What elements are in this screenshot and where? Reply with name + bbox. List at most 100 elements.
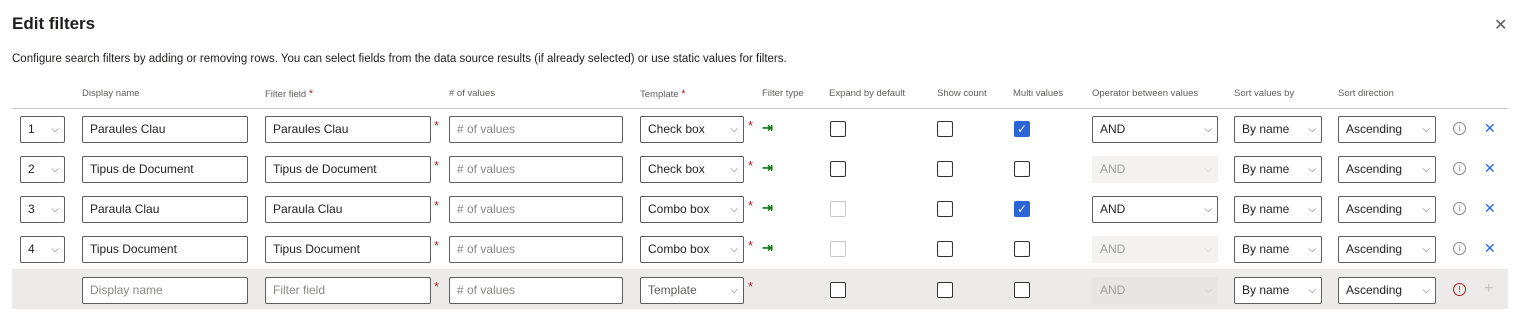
info-icon[interactable]: i — [1453, 202, 1466, 215]
column-header-filter-type: Filter type — [762, 88, 804, 99]
remove-row-icon[interactable]: ✕ — [1484, 121, 1496, 135]
row-index-dropdown[interactable]: 1 ⌵ — [20, 116, 65, 143]
filter-row: 1 ⌵ Paraules Clau Paraules Clau * # of va… — [12, 109, 1508, 149]
arrow-to-right-icon: ⇥ — [762, 200, 773, 215]
required-marker: * — [748, 158, 754, 173]
display-name-input[interactable]: Display name — [82, 277, 248, 304]
chevron-down-icon: ⌵ — [1308, 164, 1316, 175]
sort-direction-dropdown[interactable]: Ascending ⌵ — [1338, 196, 1436, 223]
info-icon[interactable]: i — [1453, 162, 1466, 175]
remove-row-icon[interactable]: ✕ — [1484, 161, 1496, 175]
sort-direction-dropdown[interactable]: Ascending ⌵ — [1338, 116, 1436, 143]
operator-dropdown: AND ⌵ — [1092, 236, 1218, 263]
column-header-display-name: Display name — [82, 88, 140, 99]
display-name-input[interactable]: Paraula Clau — [82, 196, 248, 223]
template-dropdown[interactable]: Check box ⌵ — [640, 156, 744, 183]
show-count-checkbox[interactable] — [937, 121, 953, 137]
sort-by-dropdown[interactable]: By name ⌵ — [1234, 196, 1322, 223]
show-count-checkbox[interactable] — [937, 161, 953, 177]
chevron-down-icon: ⌵ — [730, 285, 738, 296]
row-index-dropdown[interactable]: 4 ⌵ — [20, 236, 65, 263]
filter-field-input[interactable]: Paraula Clau — [265, 196, 431, 223]
dialog-title: Edit filters — [12, 14, 96, 33]
multi-values-checkbox[interactable] — [1014, 161, 1030, 177]
show-count-checkbox[interactable] — [937, 282, 953, 298]
expand-by-default-checkbox — [830, 241, 846, 257]
error-icon[interactable]: ! — [1453, 283, 1466, 296]
expand-by-default-checkbox[interactable] — [830, 161, 846, 177]
sort-direction-dropdown[interactable]: Ascending ⌵ — [1338, 156, 1436, 183]
filter-field-input[interactable]: Paraules Clau — [265, 116, 431, 143]
show-count-checkbox[interactable] — [937, 201, 953, 217]
num-values-input[interactable]: # of values — [449, 277, 623, 304]
required-marker: * — [434, 238, 440, 253]
sort-by-dropdown[interactable]: By name ⌵ — [1234, 116, 1322, 143]
chevron-down-icon: ⌵ — [1308, 244, 1316, 255]
chevron-down-icon: ⌵ — [730, 244, 738, 255]
filter-field-input[interactable]: Tipus Document — [265, 236, 431, 263]
filter-row: 4 ⌵ Tipus Document Tipus Document * # of … — [12, 229, 1508, 269]
filter-field-input[interactable]: Tipus de Document — [265, 156, 431, 183]
new-filter-row: Display name Filter field * # of values … — [12, 269, 1508, 309]
arrow-to-right-icon: ⇥ — [762, 240, 773, 255]
column-header-expand-by-default: Expand by default — [829, 88, 906, 99]
sort-direction-dropdown[interactable]: Ascending ⌵ — [1338, 277, 1436, 304]
column-header-sort-by: Sort values by — [1234, 88, 1295, 99]
info-icon[interactable]: i — [1453, 242, 1466, 255]
expand-by-default-checkbox[interactable] — [830, 282, 846, 298]
required-marker: * — [748, 279, 754, 294]
sort-by-dropdown[interactable]: By name ⌵ — [1234, 277, 1322, 304]
sort-by-dropdown[interactable]: By name ⌵ — [1234, 236, 1322, 263]
chevron-down-icon: ⌵ — [1308, 124, 1316, 135]
required-marker: * — [434, 118, 440, 133]
expand-by-default-checkbox — [830, 201, 846, 217]
chevron-down-icon: ⌵ — [1204, 244, 1212, 255]
arrow-to-right-icon: ⇥ — [762, 120, 773, 135]
required-marker: * — [434, 279, 440, 294]
num-values-input[interactable]: # of values — [449, 196, 623, 223]
show-count-checkbox[interactable] — [937, 241, 953, 257]
multi-values-checkbox[interactable] — [1014, 282, 1030, 298]
sort-by-dropdown[interactable]: By name ⌵ — [1234, 156, 1322, 183]
filter-row: 3 ⌵ Paraula Clau Paraula Clau * # of valu… — [12, 189, 1508, 229]
column-header-template: Template * — [640, 88, 686, 100]
chevron-down-icon: ⌵ — [1422, 164, 1430, 175]
row-index-dropdown[interactable]: 2 ⌵ — [20, 156, 65, 183]
operator-dropdown[interactable]: AND ⌵ — [1092, 196, 1218, 223]
column-header-filter-field: Filter field * — [265, 88, 314, 100]
operator-dropdown[interactable]: AND ⌵ — [1092, 116, 1218, 143]
operator-dropdown: AND ⌵ — [1092, 277, 1218, 304]
chevron-down-icon: ⌵ — [730, 204, 738, 215]
multi-values-checkbox[interactable]: ✓ — [1014, 201, 1030, 217]
expand-by-default-checkbox[interactable] — [830, 121, 846, 137]
row-index-dropdown[interactable]: 3 ⌵ — [20, 196, 65, 223]
filter-field-input[interactable]: Filter field — [265, 277, 431, 304]
display-name-input[interactable]: Tipus Document — [82, 236, 248, 263]
display-name-input[interactable]: Paraules Clau — [82, 116, 248, 143]
add-row-icon: + — [1484, 280, 1494, 297]
column-header-operator: Operator between values — [1092, 88, 1199, 99]
multi-values-checkbox[interactable] — [1014, 241, 1030, 257]
display-name-input[interactable]: Tipus de Document — [82, 156, 248, 183]
chevron-down-icon: ⌵ — [51, 244, 59, 255]
column-header-num-values: # of values — [449, 88, 495, 99]
remove-row-icon[interactable]: ✕ — [1484, 241, 1496, 255]
template-dropdown[interactable]: Template ⌵ — [640, 277, 744, 304]
multi-values-checkbox[interactable]: ✓ — [1014, 121, 1030, 137]
arrow-to-right-icon: ⇥ — [762, 160, 773, 175]
template-dropdown[interactable]: Combo box ⌵ — [640, 196, 744, 223]
chevron-down-icon: ⌵ — [1308, 285, 1316, 296]
required-marker: * — [748, 118, 754, 133]
template-dropdown[interactable]: Check box ⌵ — [640, 116, 744, 143]
required-marker: * — [434, 158, 440, 173]
chevron-down-icon: ⌵ — [51, 164, 59, 175]
num-values-input[interactable]: # of values — [449, 156, 623, 183]
info-icon[interactable]: i — [1453, 122, 1466, 135]
num-values-input[interactable]: # of values — [449, 116, 623, 143]
remove-row-icon[interactable]: ✕ — [1484, 201, 1496, 215]
sort-direction-dropdown[interactable]: Ascending ⌵ — [1338, 236, 1436, 263]
dialog-description: Configure search filters by adding or re… — [12, 53, 787, 65]
close-icon[interactable]: ✕ — [1494, 18, 1510, 35]
template-dropdown[interactable]: Combo box ⌵ — [640, 236, 744, 263]
num-values-input[interactable]: # of values — [449, 236, 623, 263]
